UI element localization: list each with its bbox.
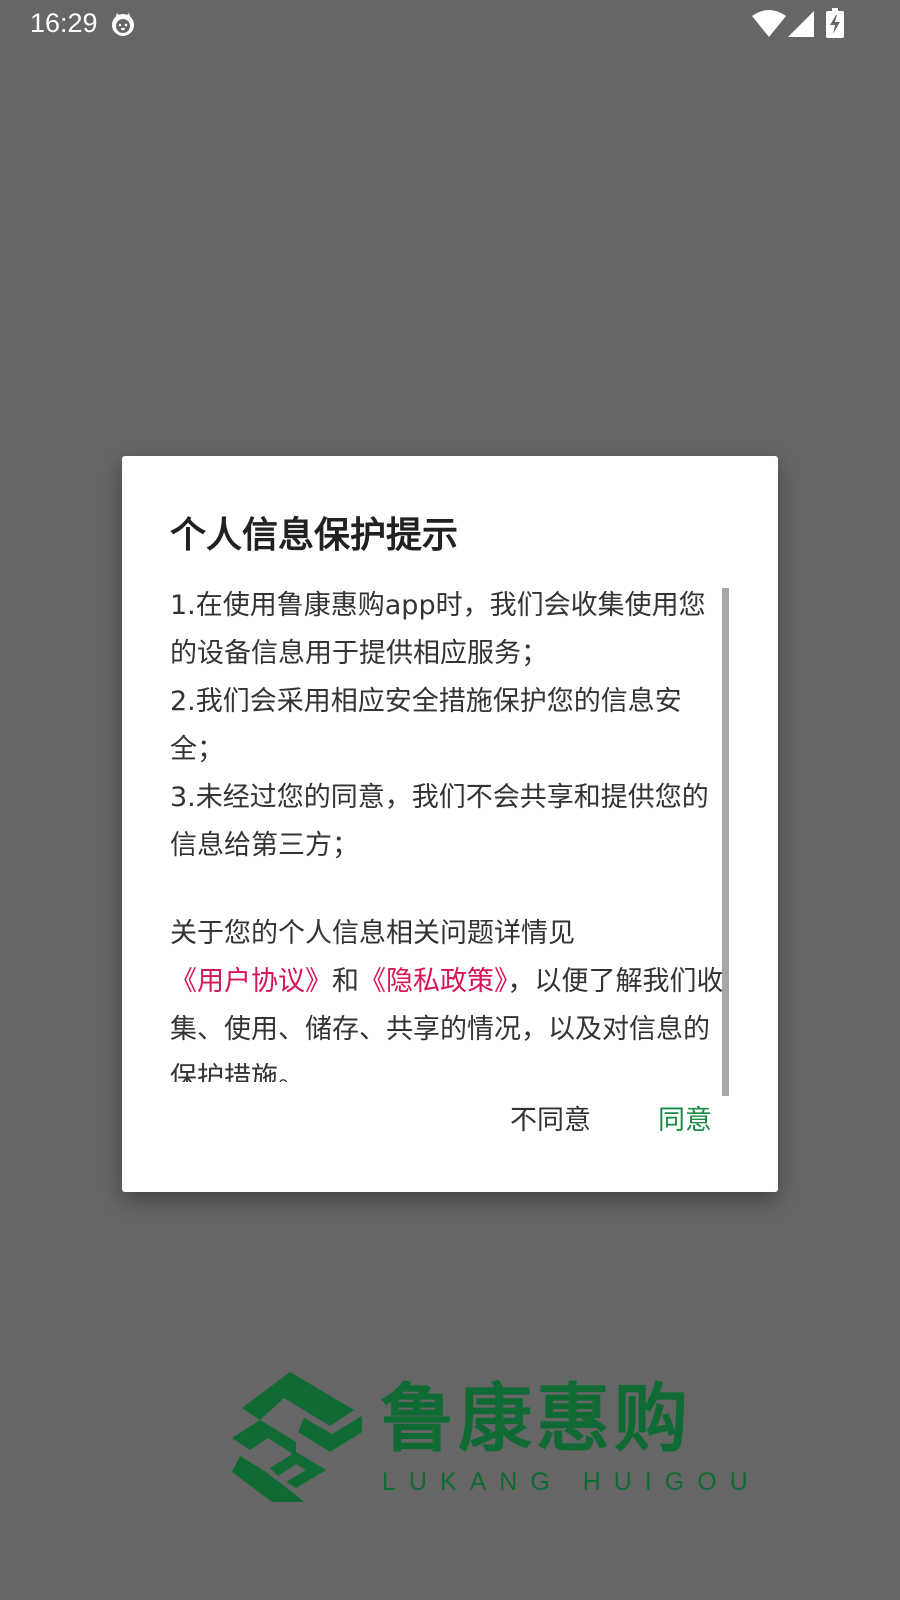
battery-charging-icon <box>826 8 844 38</box>
wifi-icon <box>752 10 786 37</box>
logo-mark-icon <box>232 1372 362 1502</box>
dialog-scroll-area[interactable]: 1.在使用鲁康惠购app时，我们会收集使用您的设备信息用于提供相应服务； 2.我… <box>170 582 736 1082</box>
notice-connector: 和 <box>332 966 359 997</box>
dialog-actions: 不同意 同意 <box>122 1086 778 1156</box>
privacy-dialog: 个人信息保护提示 1.在使用鲁康惠购app时，我们会收集使用您的设备信息用于提供… <box>122 456 778 1192</box>
notice-prefix: 关于您的个人信息相关问题详情见 <box>170 918 575 949</box>
privacy-item-1: 1.在使用鲁康惠购app时，我们会收集使用您的设备信息用于提供相应服务； <box>170 590 706 669</box>
app-logo: 鲁康惠购 LUKANG HUIGOU <box>232 1372 748 1508</box>
dialog-content: 1.在使用鲁康惠购app时，我们会收集使用您的设备信息用于提供相应服务； 2.我… <box>170 582 726 1082</box>
cellular-signal-icon <box>788 11 814 37</box>
privacy-item-2: 2.我们会采用相应安全措施保护您的信息安全； <box>170 686 682 765</box>
agree-button[interactable]: 同意 <box>642 1086 728 1156</box>
dialog-title: 个人信息保护提示 <box>170 515 459 556</box>
status-bar: 16:29 <box>0 0 900 48</box>
disagree-button[interactable]: 不同意 <box>494 1086 607 1156</box>
scrollbar[interactable] <box>722 588 729 1096</box>
privacy-item-3: 3.未经过您的同意，我们不会共享和提供您的信息给第三方； <box>170 782 709 861</box>
logo-chinese-name: 鲁康惠购 <box>380 1376 692 1462</box>
logo-english-name: LUKANG HUIGOU <box>382 1468 761 1496</box>
screen: 鲁康惠购 LUKANG HUIGOU 16:29 个人信息保护提示 1.在使用鲁… <box>0 0 900 1600</box>
privacy-policy-link[interactable]: 《隐私政策》 <box>359 966 508 997</box>
privacy-notice: 关于您的个人信息相关问题详情见《用户协议》和《隐私政策》，以便了解我们收集、使用… <box>170 910 726 1082</box>
cat-notification-icon <box>112 13 134 36</box>
user-agreement-link[interactable]: 《用户协议》 <box>170 966 332 997</box>
status-time: 16:29 <box>30 8 98 38</box>
